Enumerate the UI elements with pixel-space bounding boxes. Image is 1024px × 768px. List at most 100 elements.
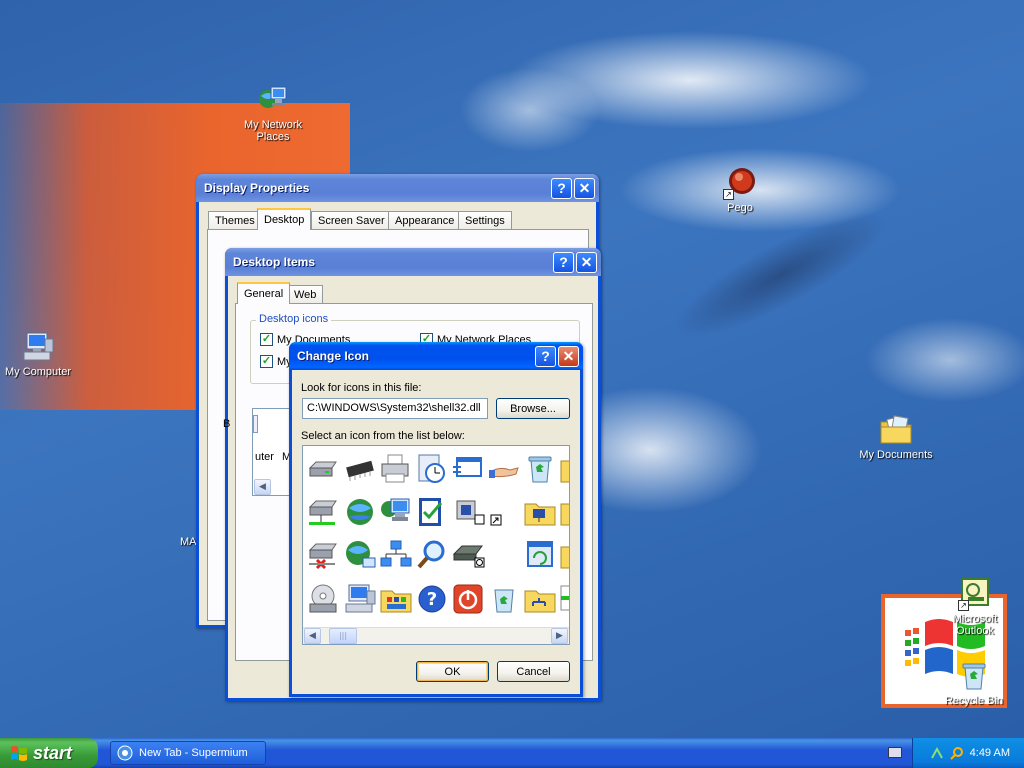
ok-button[interactable]: OK [416,661,489,682]
memory-chip-icon[interactable] [343,452,377,486]
search-magnifier-icon[interactable] [415,538,449,572]
pego-icon: ↗ [723,166,757,200]
desktop-icon-microsoft-outlook[interactable]: ↗ Microsoft Outlook [935,577,1015,637]
taskbar-item-label: New Tab - Supermium [139,747,248,759]
close-button[interactable]: ✕ [576,252,597,273]
tab-desktop[interactable]: Desktop [257,208,312,230]
system-tray: 4:49 AM [912,738,1024,768]
desktop-icon-label: My Network Places [243,119,303,143]
desktop-icon-label: Pego [727,202,753,214]
help-button[interactable]: ? [551,178,572,199]
power-shutdown-icon[interactable] [451,582,485,616]
windows-flag-icon [10,744,28,762]
help-button[interactable]: ? [553,252,574,273]
help-question-icon[interactable]: ? [415,582,449,616]
network-folder-icon[interactable] [523,495,557,529]
taskbar-item-supermium[interactable]: New Tab - Supermium [110,741,266,765]
icon-list-scrollbar[interactable]: ◀ ||| ▶ [303,627,569,644]
folder-partial-icon[interactable] [559,538,569,572]
display-properties-titlebar[interactable]: Display Properties ? ✕ [196,174,599,202]
partial-label: B [223,418,231,430]
printer-icon[interactable] [379,452,413,486]
close-button[interactable]: ✕ [574,178,595,199]
shortcut-overlay-icon[interactable] [487,495,521,529]
shortcut-arrow-icon: ↗ [958,600,969,611]
search-tray-icon[interactable] [949,746,964,760]
desktop-icon-label: My Computer [4,366,72,378]
outlook-icon: ↗ [958,577,992,611]
sharing-hand-icon[interactable] [487,452,521,486]
shortcut-arrow-icon: ↗ [723,189,734,200]
list-selection-marker [253,415,258,433]
browse-button[interactable]: Browse... [496,398,570,419]
icon-file-path-input[interactable]: C:\WINDOWS\System32\shell32.dll [302,398,488,419]
close-button[interactable]: ✕ [558,346,579,367]
tab-general[interactable]: General [237,282,291,304]
select-icon-label: Select an icon from the list below: [301,430,465,442]
clock[interactable]: 4:49 AM [970,747,1010,759]
change-icon-titlebar[interactable]: Change Icon ? ✕ [289,342,583,370]
run-window-icon[interactable] [451,452,485,486]
scheduled-tasks-icon[interactable] [415,452,449,486]
scroll-right-button[interactable]: ▶ [551,628,568,644]
desktop-icon-label: Microsoft Outlook [952,613,998,637]
tab-appearance[interactable]: Appearance [388,211,462,230]
scroll-thumb[interactable]: ||| [329,628,357,644]
window-title: Desktop Items [233,255,316,269]
window-title: Change Icon [297,349,370,363]
folder-documents-icon [879,413,913,447]
start-label: start [33,742,73,763]
desktop-icon-pego[interactable]: ↗ Pego [700,166,780,214]
internet-globe-icon[interactable] [343,495,377,529]
folder-partial-icon[interactable] [559,495,569,529]
cancel-button[interactable]: Cancel [497,661,570,682]
globe-network-icon[interactable] [343,538,377,572]
folder-partial-icon[interactable] [559,452,569,486]
tab-settings[interactable]: Settings [458,211,512,230]
keyboard-layout-icon[interactable] [888,747,902,758]
taskbar[interactable]: start New Tab - Supermium 4:49 AM [0,738,1024,768]
tab-themes[interactable]: Themes [208,211,262,230]
tab-web[interactable]: Web [287,285,324,304]
disconnected-drive-icon[interactable] [307,538,341,572]
desktop-icon-label: My Documents [859,449,933,461]
desktop-icon-recycle-bin[interactable]: Recycle Bin [934,659,1014,707]
task-check-icon[interactable] [415,495,449,529]
start-button[interactable]: start [0,738,98,768]
checkmark-icon: ✓ [260,355,273,368]
groupbox-label: Desktop icons [256,313,332,325]
network-computer-icon[interactable] [379,495,413,529]
icon-list[interactable]: ? ◀ ||| ▶ [302,445,570,645]
drive-icon[interactable] [307,452,341,486]
computer-icon [21,330,55,364]
help-button[interactable]: ? [535,346,556,367]
cd-drive-icon[interactable] [307,582,341,616]
network-tray-icon[interactable] [930,746,944,760]
scroll-left-button[interactable]: ◀ [254,479,271,495]
scroll-left-button[interactable]: ◀ [304,628,321,644]
device-manager-icon[interactable] [451,495,485,529]
browser-icon [117,745,133,761]
svg-text:?: ? [427,589,437,610]
document-partial-icon[interactable] [559,582,569,616]
partial-item-label: uter [255,451,274,463]
checkbox-my-computer[interactable]: ✓ My [260,355,292,368]
window-title: Display Properties [204,181,310,195]
recycle-bin-empty-icon[interactable] [487,582,521,616]
change-icon-dialog[interactable]: Change Icon ? ✕ Look for icons in this f… [289,342,583,697]
network-places-icon [256,83,290,117]
scanner-icon[interactable] [451,538,485,572]
network-drive-icon[interactable] [307,495,341,529]
tab-screen-saver[interactable]: Screen Saver [311,211,392,230]
desktop-items-titlebar[interactable]: Desktop Items ? ✕ [225,248,601,276]
refresh-window-icon[interactable] [523,538,557,572]
network-connections-icon[interactable] [379,538,413,572]
wallpaper-swimmer-shadow [575,85,975,445]
desktop-icon-my-documents[interactable]: My Documents [856,413,936,461]
network-folder-share-icon[interactable] [523,582,557,616]
desktop-icon-my-network-places[interactable]: My Network Places [233,83,313,143]
control-panel-icon[interactable] [379,582,413,616]
my-computer-list-icon[interactable] [343,582,377,616]
desktop-icon-my-computer[interactable]: My Computer [0,330,78,378]
recycle-bin-full-icon[interactable] [523,452,557,486]
